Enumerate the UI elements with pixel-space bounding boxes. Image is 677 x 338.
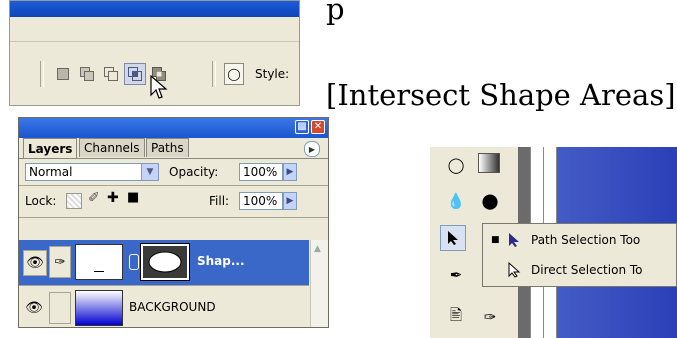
eraser-tool-icon[interactable]: ◯ [444, 153, 468, 177]
layers-panel: ▩ ✕ Layers Channels Paths ▶ Normal ▼ Opa… [18, 117, 329, 328]
layer-fill-thumbnail [75, 244, 123, 280]
add-shape-icon [80, 67, 94, 81]
link-chain-icon [129, 254, 139, 270]
lock-move-icon[interactable]: ✚ [107, 190, 119, 206]
flyout-item-direct-selection[interactable]: Direct Selection To [483, 256, 676, 284]
dodge-tool-icon[interactable]: ⬤ [478, 189, 502, 213]
path-selection-icon [509, 233, 519, 247]
path-selection-tool-icon[interactable] [440, 225, 466, 251]
opacity-label: Opacity: [169, 165, 219, 179]
layer-brush-empty[interactable] [49, 292, 71, 324]
intersect-shape-icon [128, 67, 142, 81]
layer-brush-icon[interactable]: ✑ [49, 246, 71, 278]
new-layer-mode-button[interactable] [52, 63, 74, 85]
subtract-shape-icon [104, 67, 118, 81]
pen-tool-icon[interactable]: ✒ [444, 263, 468, 287]
subtract-shape-area-button[interactable] [100, 63, 122, 85]
layer-row-shape[interactable]: 👁 ✑ Shap... [19, 240, 309, 286]
opacity-slider-toggle-icon[interactable]: ▶ [283, 163, 297, 181]
background-thumbnail [75, 290, 123, 326]
lock-transparency-icon[interactable] [66, 193, 82, 209]
lock-label: Lock: [25, 194, 57, 208]
flyout-item-path-selection[interactable]: ■ Path Selection Too [483, 226, 676, 254]
chevron-down-icon: ▼ [141, 164, 158, 180]
add-shape-area-button[interactable] [76, 63, 98, 85]
flyout-item-label: Direct Selection To [531, 263, 643, 277]
layer-name[interactable]: BACKGROUND [129, 300, 216, 314]
toolbox-crop: ◯ 💧 ⬤ ✒ 🖹 ✑ ■ Path Selection Too Direct … [430, 147, 677, 338]
blur-tool-icon[interactable]: 💧 [444, 189, 468, 213]
minimize-icon[interactable]: ▩ [295, 120, 309, 134]
style-link-icon[interactable]: ◯ [224, 63, 244, 85]
tab-layers[interactable]: Layers [23, 138, 78, 159]
new-layer-icon [57, 68, 69, 80]
blend-mode-value: Normal [29, 165, 73, 179]
style-label: Style: [255, 67, 290, 81]
tool-flyout-menu: ■ Path Selection Too Direct Selection To [482, 223, 677, 287]
separator [212, 61, 216, 87]
lock-all-icon[interactable]: ■ [127, 190, 139, 205]
flyout-item-label: Path Selection Too [531, 233, 641, 247]
intersect-shape-areas-button[interactable] [124, 63, 146, 85]
options-bar: ◯ Style: [9, 0, 300, 106]
fill-field[interactable]: 100% [239, 192, 283, 210]
visibility-eye-icon[interactable]: 👁 [23, 250, 47, 276]
options-bar-upper-area [10, 17, 299, 42]
layer-name[interactable]: Shap... [197, 254, 245, 268]
gradient-tool-icon[interactable] [478, 153, 500, 173]
visibility-eye-icon[interactable]: 👁 [23, 296, 45, 320]
vector-mask-thumbnail[interactable] [140, 243, 190, 281]
direct-selection-icon [508, 262, 521, 278]
tab-channels[interactable]: Channels [79, 138, 145, 157]
opacity-field[interactable]: 100% [239, 163, 283, 181]
panel-menu-icon[interactable]: ▶ [304, 141, 320, 157]
intersect-caption: [Intersect Shape Areas] [326, 78, 676, 112]
lock-paint-brush-icon[interactable]: ✐ [88, 190, 100, 206]
eyedropper-tool-icon[interactable]: ✑ [478, 305, 502, 329]
scroll-up-icon[interactable]: ▲ [314, 244, 321, 254]
fill-label: Fill: [209, 194, 230, 208]
notes-tool-icon[interactable]: 🖹 [444, 305, 468, 329]
mouse-cursor-icon [150, 75, 168, 99]
options-bar-top-strip [10, 1, 299, 17]
panel-titlebar: ▩ ✕ [19, 118, 328, 138]
separator [40, 61, 44, 87]
caption-top-text: p [326, 0, 345, 26]
blend-mode-select[interactable]: Normal ▼ [25, 163, 159, 181]
tab-paths[interactable]: Paths [146, 138, 189, 157]
layer-row-background[interactable]: 👁 BACKGROUND [19, 286, 309, 327]
fill-slider-toggle-icon[interactable]: ▶ [283, 192, 297, 210]
close-icon[interactable]: ✕ [311, 120, 325, 134]
layers-scrollbar[interactable]: ▲ [310, 240, 328, 327]
selected-bullet-icon: ■ [491, 235, 500, 245]
